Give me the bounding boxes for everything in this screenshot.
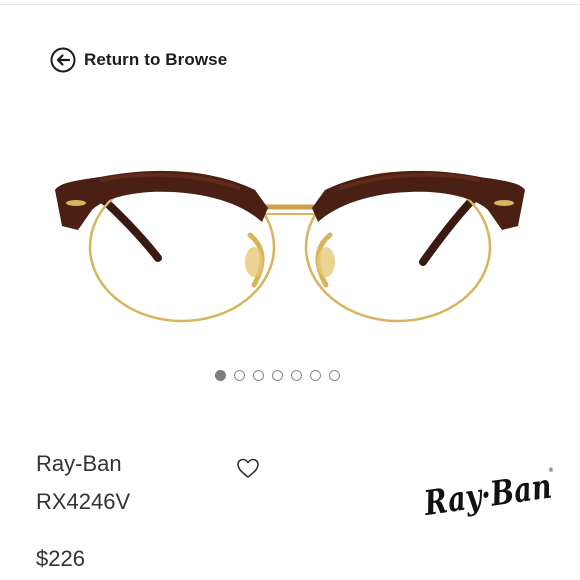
product-brand: Ray-Ban (36, 451, 122, 476)
carousel-dot[interactable] (215, 370, 226, 381)
carousel-dot[interactable] (310, 370, 321, 381)
svg-text:®: ® (548, 467, 554, 474)
heart-outline-icon[interactable] (236, 457, 260, 479)
eyeglasses-product-image[interactable] (40, 150, 540, 340)
carousel-dot[interactable] (253, 370, 264, 381)
arrow-left-circle-icon (50, 47, 76, 73)
image-carousel-dots (215, 370, 340, 381)
carousel-dot[interactable] (291, 370, 302, 381)
return-to-browse-label: Return to Browse (84, 50, 228, 69)
product-model: RX4246V (36, 489, 131, 514)
svg-text:Ray·Ban: Ray·Ban (421, 467, 554, 525)
product-page: Return to Browse Ray-Ban RX4246V $226 Ra… (0, 0, 580, 580)
top-divider (0, 4, 580, 5)
return-to-browse-link[interactable]: Return to Browse (50, 47, 227, 73)
carousel-dot[interactable] (272, 370, 283, 381)
product-price: $226 (36, 546, 85, 571)
carousel-dot[interactable] (234, 370, 245, 381)
ray-ban-logo: Ray·Ban ® (421, 467, 554, 525)
carousel-dot[interactable] (329, 370, 340, 381)
